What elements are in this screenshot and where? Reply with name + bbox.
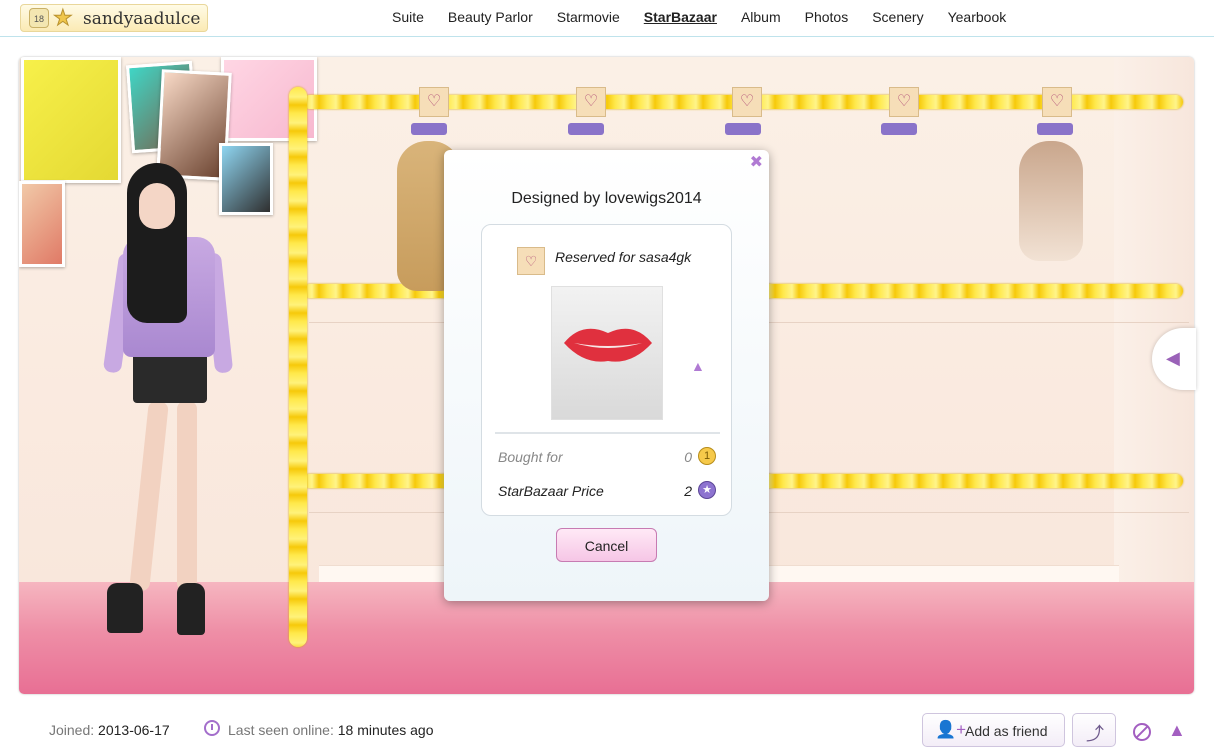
user-badge[interactable]: 18 ★ sandyaadulce: [20, 4, 208, 32]
level-badge: 18: [29, 8, 49, 28]
joined-value: 2013-06-17: [98, 722, 170, 738]
heart-tag-icon[interactable]: ♡: [419, 87, 449, 117]
item-image: [551, 286, 663, 420]
hanger-clip: [881, 123, 917, 135]
top-bar: 18 ★ sandyaadulce Suite Beauty Parlor St…: [0, 0, 1214, 37]
username: sandyaadulce: [83, 9, 201, 29]
price-label: StarBazaar Price: [498, 483, 604, 499]
report-icon[interactable]: ▲: [1168, 720, 1186, 741]
add-friend-button[interactable]: 👤+ Add as friend: [922, 713, 1065, 747]
block-icon[interactable]: [1133, 723, 1151, 741]
nav-beauty-parlor[interactable]: Beauty Parlor: [448, 9, 533, 25]
share-icon: ⤴: [1086, 724, 1104, 744]
nav-suite[interactable]: Suite: [392, 9, 424, 25]
star-icon: ★: [53, 5, 74, 31]
avatar: [99, 163, 239, 643]
clock-icon: [204, 720, 220, 736]
add-user-icon: 👤+: [935, 720, 967, 739]
last-seen-value: 18 minutes ago: [337, 722, 434, 738]
price-value: 2: [684, 483, 692, 499]
heart-tag-icon[interactable]: ♡: [889, 87, 919, 117]
wig-item[interactable]: [1019, 141, 1083, 261]
last-seen-label: Last seen online:: [228, 722, 334, 738]
cancel-button[interactable]: Cancel: [556, 528, 657, 562]
heart-tag-icon[interactable]: ♡: [732, 87, 762, 117]
pole: [289, 87, 307, 647]
close-icon[interactable]: ✖: [750, 152, 763, 172]
last-seen-info: Last seen online: 18 minutes ago: [228, 722, 433, 738]
add-friend-label: Add as friend: [965, 723, 1048, 739]
nav-starbazaar[interactable]: StarBazaar: [644, 9, 717, 25]
hanger-clip: [411, 123, 447, 135]
bought-for-value: 0: [684, 449, 692, 465]
nav-starmovie[interactable]: Starmovie: [557, 9, 620, 25]
stardollar-icon: ★: [698, 481, 716, 499]
nav-scenery[interactable]: Scenery: [872, 9, 923, 25]
price-row: StarBazaar Price 2 ★: [498, 481, 718, 503]
main-nav: Suite Beauty Parlor Starmovie StarBazaar…: [392, 0, 1030, 34]
collage-photo: [19, 181, 65, 267]
item-dialog: ✖ Designed by lovewigs2014 ♡ Reserved fo…: [444, 150, 769, 601]
nav-album[interactable]: Album: [741, 9, 781, 25]
divider: [495, 432, 720, 434]
hanger-clip: [1037, 123, 1073, 135]
chevron-left-icon: ◀: [1166, 348, 1180, 368]
share-button[interactable]: ⤴: [1072, 713, 1116, 747]
profile-footer: Joined: 2013-06-17 Last seen online: 18 …: [0, 710, 1214, 749]
lips-icon: [564, 328, 652, 362]
heart-tag-icon[interactable]: ♡: [1042, 87, 1072, 117]
hanger-clip: [725, 123, 761, 135]
reserved-text: Reserved for sasa4gk: [555, 249, 692, 265]
nav-photos[interactable]: Photos: [805, 9, 849, 25]
coin-icon: 1: [698, 447, 716, 465]
heart-tag-icon[interactable]: ♡: [576, 87, 606, 117]
heart-tag-icon: ♡: [517, 247, 545, 275]
item-card: ♡ Reserved for sasa4gk ▲ Bought for 0 1 …: [481, 224, 732, 516]
hanger-clip: [568, 123, 604, 135]
dialog-title: Designed by lovewigs2014: [511, 190, 702, 207]
warning-icon[interactable]: ▲: [691, 358, 705, 374]
nav-yearbook[interactable]: Yearbook: [948, 9, 1007, 25]
joined-label: Joined:: [49, 722, 95, 738]
bought-for-label: Bought for: [498, 449, 563, 465]
bought-for-row: Bought for 0 1: [498, 447, 718, 469]
joined-info: Joined: 2013-06-17: [49, 722, 170, 738]
